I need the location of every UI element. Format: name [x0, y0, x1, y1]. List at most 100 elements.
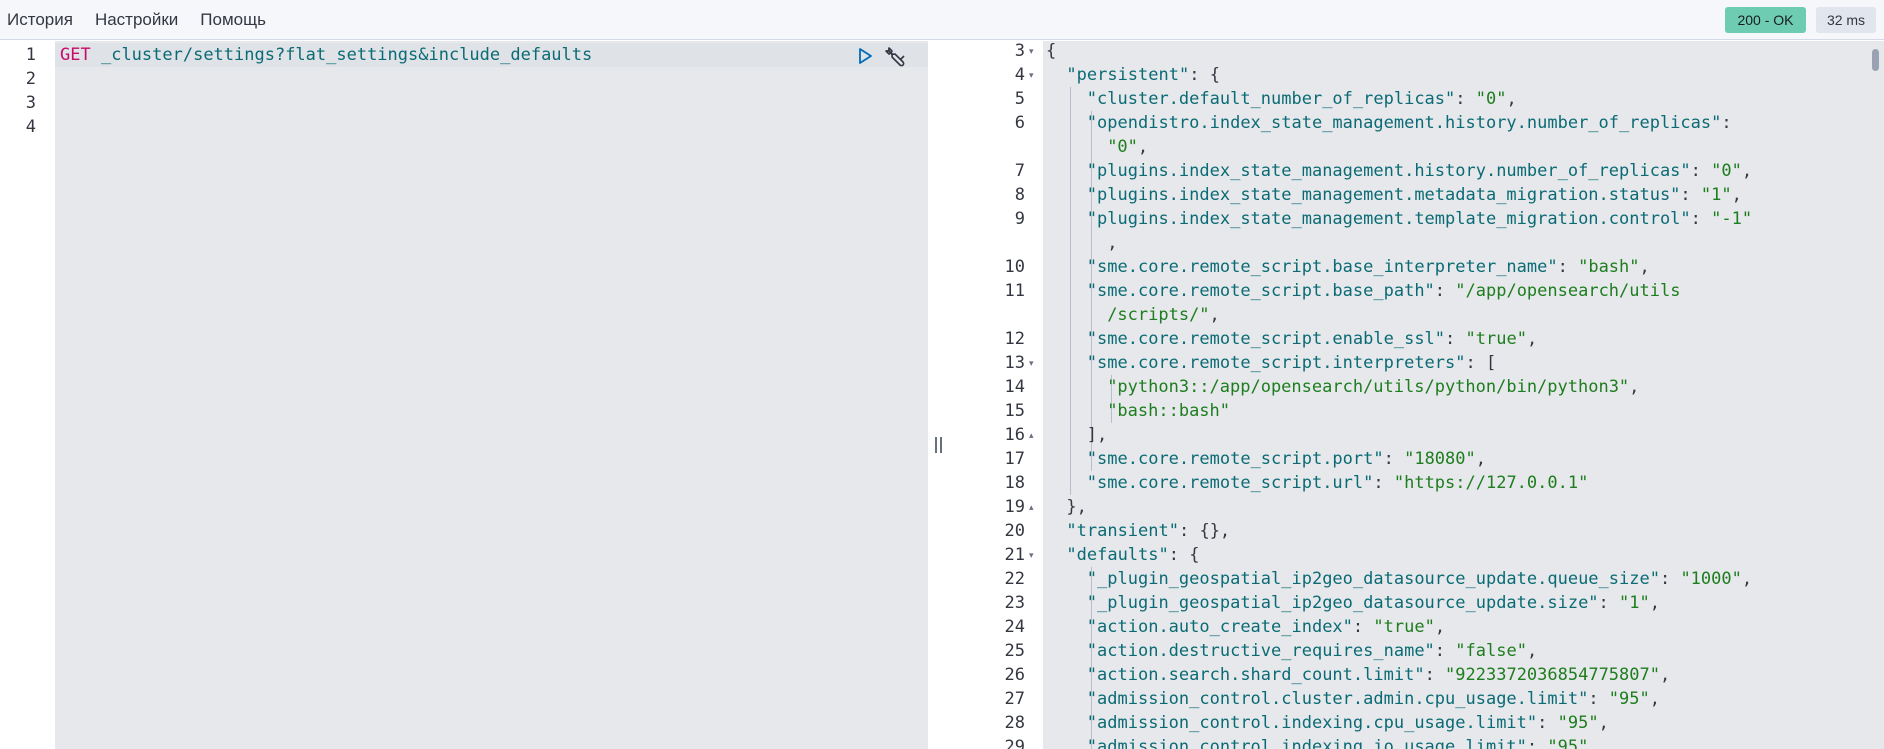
json-key: "admission_control.cluster.admin.cpu_usa…	[1086, 689, 1589, 709]
json-punctuation: ,	[1629, 377, 1640, 397]
request-url: _cluster/settings?flat_settings&include_…	[100, 45, 593, 65]
response-line: "action.auto_create_index": "true",	[1087, 615, 1445, 639]
json-punctuation: :	[1557, 257, 1579, 277]
play-icon[interactable]	[855, 46, 875, 66]
json-key: "cluster.default_number_of_replicas"	[1086, 89, 1456, 109]
json-key: "action.search.shard_count.limit"	[1086, 665, 1425, 685]
json-value: /scripts/"	[1107, 305, 1210, 325]
json-punctuation: :	[1434, 641, 1456, 661]
wrench-icon[interactable]	[882, 44, 908, 68]
fold-collapse-icon[interactable]: ▾	[1029, 543, 1039, 567]
json-value: "bash::bash"	[1107, 401, 1231, 421]
json-value: "1000"	[1680, 569, 1742, 589]
json-punctuation: : [	[1465, 353, 1497, 373]
line-number: 17	[1004, 449, 1025, 469]
line-number: 3	[25, 93, 36, 113]
response-line: "sme.core.remote_script.enable_ssl": "tr…	[1087, 327, 1537, 351]
json-punctuation: {	[1046, 41, 1057, 61]
resize-handle-icon[interactable]	[934, 437, 944, 453]
json-punctuation: ,	[1434, 617, 1446, 637]
json-punctuation: ,	[1741, 161, 1753, 181]
line-number: 4	[25, 117, 36, 137]
menu-history[interactable]: История	[7, 10, 73, 30]
json-punctuation: :	[1659, 569, 1681, 589]
line-number: 19	[1004, 497, 1025, 517]
json-key: "plugins.index_state_management.history.…	[1086, 161, 1691, 181]
json-value: "18080"	[1404, 449, 1476, 469]
panel-resizer[interactable]	[928, 41, 952, 749]
json-punctuation: ,	[1107, 233, 1118, 253]
json-value: "0"	[1107, 137, 1138, 157]
json-punctuation: :	[1424, 665, 1446, 685]
json-punctuation: ,	[1137, 137, 1149, 157]
json-punctuation: :	[1434, 281, 1456, 301]
json-value: "1"	[1700, 185, 1732, 205]
response-line: "bash::bash"	[1107, 399, 1230, 423]
json-punctuation: :	[1537, 713, 1558, 733]
json-key: "persistent"	[1066, 65, 1190, 85]
response-line: "_plugin_geospatial_ip2geo_datasource_up…	[1087, 591, 1660, 615]
json-key: "_plugin_geospatial_ip2geo_datasource_up…	[1086, 569, 1660, 589]
response-line: "admission_control.indexing.io_usage.lim…	[1087, 735, 1589, 749]
json-punctuation: :	[1445, 329, 1466, 349]
json-punctuation: ,	[1475, 449, 1486, 469]
json-value: "false"	[1455, 641, 1527, 661]
line-number: 29	[1004, 737, 1025, 749]
response-line: "sme.core.remote_script.base_path": "/ap…	[1087, 279, 1681, 303]
json-key: "sme.core.remote_script.port"	[1086, 449, 1384, 469]
response-line: "sme.core.remote_script.base_interpreter…	[1087, 255, 1650, 279]
json-key: "sme.core.remote_script.base_path"	[1086, 281, 1435, 301]
fold-collapse-icon[interactable]: ▾	[1029, 41, 1039, 63]
main-menu: История Настройки Помощь	[7, 0, 288, 40]
json-key: "sme.core.remote_script.base_interpreter…	[1086, 257, 1558, 277]
indent-guide	[1070, 87, 1072, 495]
response-line: "sme.core.remote_script.port": "18080",	[1087, 447, 1486, 471]
fold-expand-icon[interactable]: ▴	[1029, 423, 1039, 447]
json-key: "plugins.index_state_management.template…	[1086, 209, 1691, 229]
line-number: 23	[1004, 593, 1025, 613]
line-number: 26	[1004, 665, 1025, 685]
json-punctuation: ,	[1649, 689, 1660, 709]
fold-collapse-icon[interactable]: ▾	[1029, 351, 1039, 375]
json-value: "1"	[1619, 593, 1650, 613]
response-line: {	[1046, 41, 1056, 63]
line-number: 3	[1014, 41, 1025, 61]
fold-expand-icon[interactable]: ▴	[1029, 495, 1039, 519]
json-punctuation: ,	[1526, 641, 1538, 661]
response-line: "_plugin_geospatial_ip2geo_datasource_up…	[1087, 567, 1752, 591]
json-value: "0"	[1475, 89, 1507, 109]
json-key: "transient"	[1066, 521, 1179, 541]
response-line: "admission_control.indexing.cpu_usage.li…	[1087, 711, 1609, 735]
fold-collapse-icon[interactable]: ▾	[1029, 63, 1039, 87]
json-punctuation: :	[1526, 737, 1548, 749]
line-number: 28	[1004, 713, 1025, 733]
json-punctuation: ,	[1506, 89, 1517, 109]
line-number: 25	[1004, 641, 1025, 661]
json-punctuation: :	[1373, 473, 1394, 493]
json-value: "9223372036854775807"	[1445, 665, 1660, 685]
response-gutter: 3 ▾ 4 ▾ 5 6 7 8 9 10 11 12 13 ▾ 14 15 16 ▴ 17 18 19 ▴ 20 21 ▾ 22 2…	[952, 41, 1043, 749]
request-editor[interactable]: 1 2 3 4 GET _cluster/settings?flat_setti…	[0, 41, 928, 749]
json-punctuation: ,	[1731, 185, 1742, 205]
line-number: 1	[25, 45, 36, 65]
response-viewer[interactable]: 3 ▾ 4 ▾ 5 6 7 8 9 10 11 12 13 ▾ 14 15 16 ▴ 17 18 19 ▴ 20 21 ▾ 22 2…	[952, 41, 1884, 749]
line-number: 9	[1014, 209, 1025, 229]
response-line: "plugins.index_state_management.template…	[1087, 207, 1752, 231]
json-punctuation: ],	[1086, 425, 1108, 445]
request-line[interactable]: GET _cluster/settings?flat_settings&incl…	[60, 43, 592, 67]
vertical-scrollbar[interactable]	[1872, 49, 1879, 71]
status-badge: 200 - OK	[1725, 7, 1806, 33]
json-value: "true"	[1465, 329, 1527, 349]
request-text-area[interactable]	[55, 41, 928, 749]
json-punctuation: :	[1383, 449, 1405, 469]
menu-settings[interactable]: Настройки	[95, 10, 178, 30]
json-key: "sme.core.remote_script.url"	[1086, 473, 1374, 493]
menu-help[interactable]: Помощь	[200, 10, 266, 30]
response-line: "defaults": {	[1066, 543, 1199, 567]
json-key: "opendistro.index_state_management.histo…	[1086, 113, 1722, 133]
response-line: /scripts/",	[1107, 303, 1220, 327]
json-punctuation: ,	[1526, 329, 1538, 349]
line-number: 4	[1014, 65, 1025, 85]
json-punctuation: :	[1690, 209, 1712, 229]
response-line: ],	[1087, 423, 1107, 447]
